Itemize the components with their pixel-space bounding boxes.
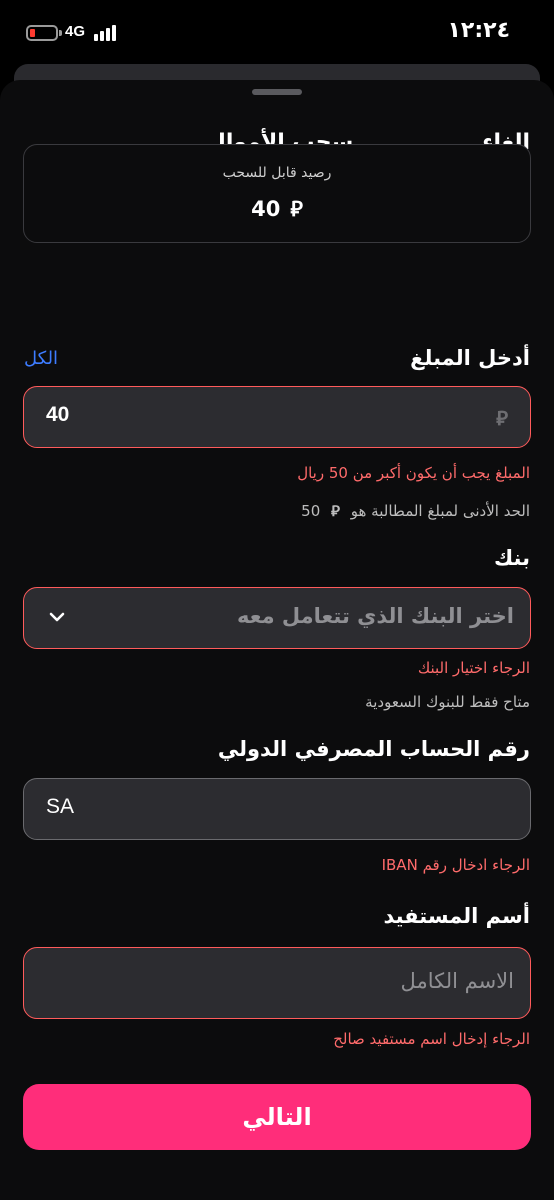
balance-card: رصيد قابل للسحب 40 ⃁ xyxy=(23,144,531,243)
next-button[interactable]: التالي xyxy=(23,1084,531,1150)
beneficiary-name-input[interactable]: الاسم الكامل xyxy=(23,947,531,1019)
bank-hint: متاح فقط للبنوك السعودية xyxy=(365,693,530,711)
all-amount-link[interactable]: الكل xyxy=(24,348,58,369)
iban-value: SA xyxy=(46,795,75,818)
balance-amount: 40 xyxy=(251,197,281,221)
bank-error: الرجاء اختيار البنك xyxy=(417,659,530,677)
riyal-icon: ⃁ xyxy=(496,406,508,430)
iban-label: رقم الحساب المصرفي الدولي xyxy=(217,737,530,761)
riyal-icon: ⃁ xyxy=(331,502,340,520)
iban-error: الرجاء ادخال رقم IBAN xyxy=(381,856,530,874)
amount-error: المبلغ يجب أن يكون أكبر من 50 ريال xyxy=(297,464,530,482)
battery-tip xyxy=(59,30,62,36)
minimum-amount-value: 50 xyxy=(301,502,321,520)
amount-input[interactable]: 40 ⃁ xyxy=(23,386,531,448)
bank-placeholder: اختر البنك الذي تتعامل معه xyxy=(237,604,514,628)
minimum-amount-hint: الحد الأدنى لمبلغ المطالبة هو ⃁ 50 xyxy=(301,502,530,521)
balance-label: رصيد قابل للسحب xyxy=(222,165,332,181)
balance-amount-row: 40 ⃁ xyxy=(24,195,530,222)
signal-bars-icon xyxy=(94,25,120,41)
battery-icon xyxy=(26,25,58,41)
bank-label: بنك xyxy=(493,546,530,570)
riyal-icon: ⃁ xyxy=(290,197,303,221)
iban-input[interactable]: SA xyxy=(23,778,531,840)
status-time: ١٢:٢٤ xyxy=(447,18,510,43)
beneficiary-error: الرجاء إدخال اسم مستفيد صالح xyxy=(333,1030,530,1048)
status-bar: 4G ١٢:٢٤ xyxy=(0,0,554,60)
network-type: 4G xyxy=(65,23,86,40)
chevron-down-icon xyxy=(49,612,65,622)
battery-level xyxy=(30,29,35,37)
beneficiary-placeholder: الاسم الكامل xyxy=(400,969,514,993)
drag-handle[interactable] xyxy=(252,89,302,95)
amount-label: أدخل المبلغ xyxy=(410,346,530,370)
minimum-amount-hint-text: الحد الأدنى لمبلغ المطالبة هو xyxy=(350,502,530,520)
beneficiary-label: أسم المستفيد xyxy=(383,904,530,928)
amount-value: 40 xyxy=(46,403,70,426)
bank-select[interactable]: اختر البنك الذي تتعامل معه xyxy=(23,587,531,649)
